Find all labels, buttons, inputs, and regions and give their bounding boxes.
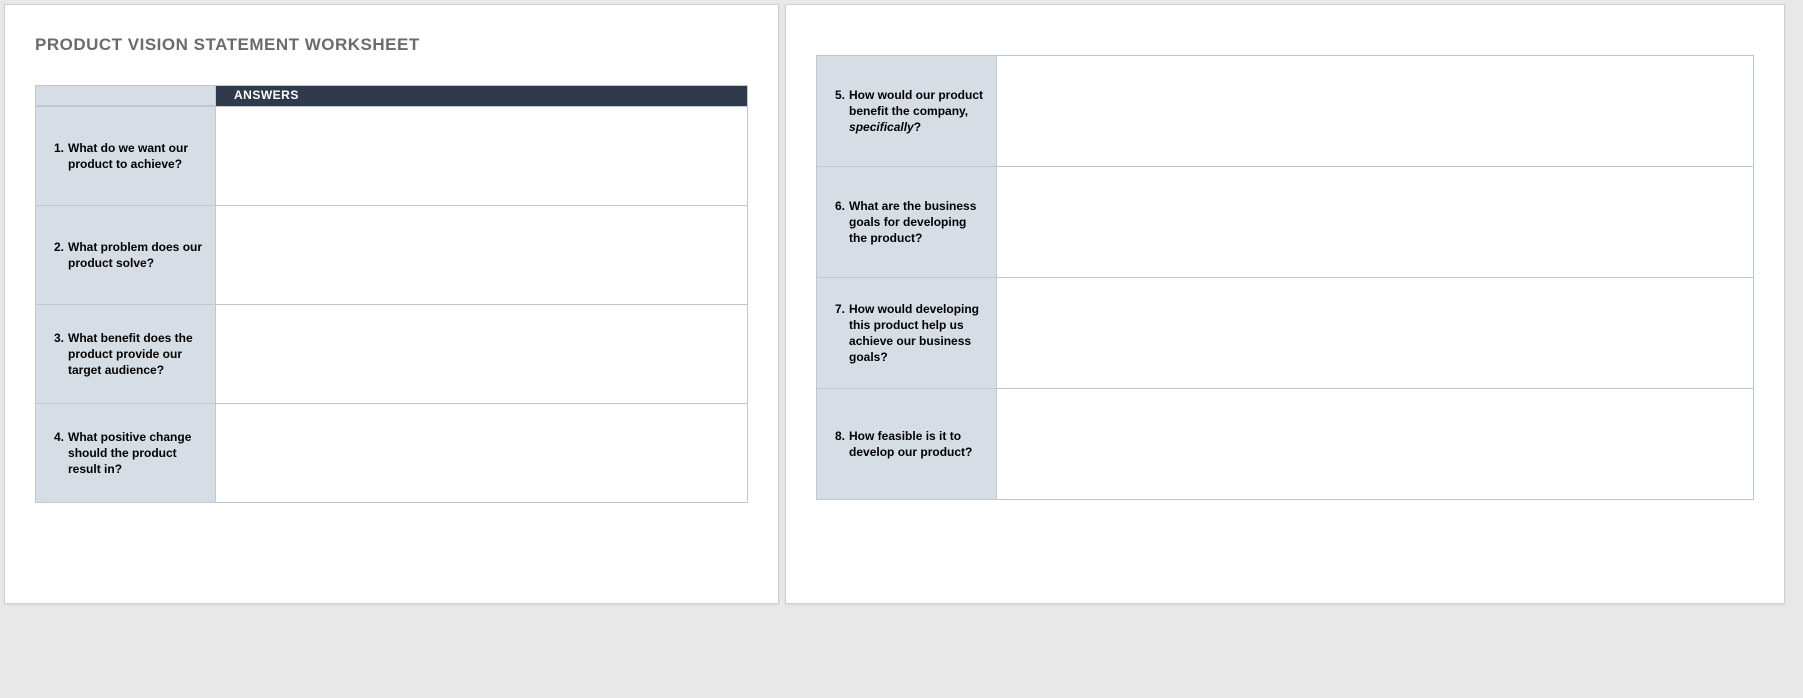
- question-cell: 8. How feasible is it to develop our pro…: [817, 389, 997, 499]
- question-text: How feasible is it to develop our produc…: [849, 428, 986, 460]
- question-number: 1.: [54, 140, 64, 172]
- question-number: 7.: [835, 301, 845, 366]
- question-text: What do we want our product to achieve?: [68, 140, 205, 172]
- worksheet-title: PRODUCT VISION STATEMENT WORKSHEET: [35, 35, 748, 55]
- worksheet-table-right: 5. How would our product benefit the com…: [816, 55, 1754, 500]
- table-row: 3. What benefit does the product provide…: [36, 304, 747, 403]
- question-text: What benefit does the product provide ou…: [68, 330, 205, 379]
- table-row: 1. What do we want our product to achiev…: [36, 106, 747, 205]
- answer-cell[interactable]: [997, 167, 1753, 277]
- worksheet-table-left: ANSWERS 1. What do we want our product t…: [35, 85, 748, 503]
- table-row: 6. What are the business goals for devel…: [817, 166, 1753, 277]
- question-cell: 6. What are the business goals for devel…: [817, 167, 997, 277]
- answer-cell[interactable]: [216, 305, 747, 403]
- header-answers: ANSWERS: [216, 86, 747, 106]
- answer-cell[interactable]: [216, 107, 747, 205]
- question-cell: 1. What do we want our product to achiev…: [36, 107, 216, 205]
- question-cell: 2. What problem does our product solve?: [36, 206, 216, 304]
- question-text: What positive change should the product …: [68, 429, 205, 478]
- question-number: 3.: [54, 330, 64, 379]
- answer-cell[interactable]: [216, 206, 747, 304]
- question-cell: 4. What positive change should the produ…: [36, 404, 216, 502]
- page-2: 5. How would our product benefit the com…: [785, 4, 1785, 604]
- answer-cell[interactable]: [216, 404, 747, 502]
- header-row: ANSWERS: [36, 86, 747, 106]
- question-number: 6.: [835, 198, 845, 247]
- header-question-blank: [36, 86, 216, 106]
- table-row: 8. How feasible is it to develop our pro…: [817, 388, 1753, 499]
- answer-cell[interactable]: [997, 389, 1753, 499]
- question-cell: 5. How would our product benefit the com…: [817, 56, 997, 166]
- answer-cell[interactable]: [997, 278, 1753, 388]
- question-number: 4.: [54, 429, 64, 478]
- question-cell: 7. How would developing this product hel…: [817, 278, 997, 388]
- question-text: How would our product benefit the compan…: [849, 87, 986, 136]
- question-number: 5.: [835, 87, 845, 136]
- question-number: 2.: [54, 239, 64, 271]
- question-text: What problem does our product solve?: [68, 239, 205, 271]
- answer-cell[interactable]: [997, 56, 1753, 166]
- table-row: 2. What problem does our product solve?: [36, 205, 747, 304]
- question-text: What are the business goals for developi…: [849, 198, 986, 247]
- table-row: 4. What positive change should the produ…: [36, 403, 747, 502]
- question-text: How would developing this product help u…: [849, 301, 986, 366]
- question-cell: 3. What benefit does the product provide…: [36, 305, 216, 403]
- table-row: 7. How would developing this product hel…: [817, 277, 1753, 388]
- page-1: PRODUCT VISION STATEMENT WORKSHEET ANSWE…: [4, 4, 779, 604]
- table-row: 5. How would our product benefit the com…: [817, 56, 1753, 166]
- question-number: 8.: [835, 428, 845, 460]
